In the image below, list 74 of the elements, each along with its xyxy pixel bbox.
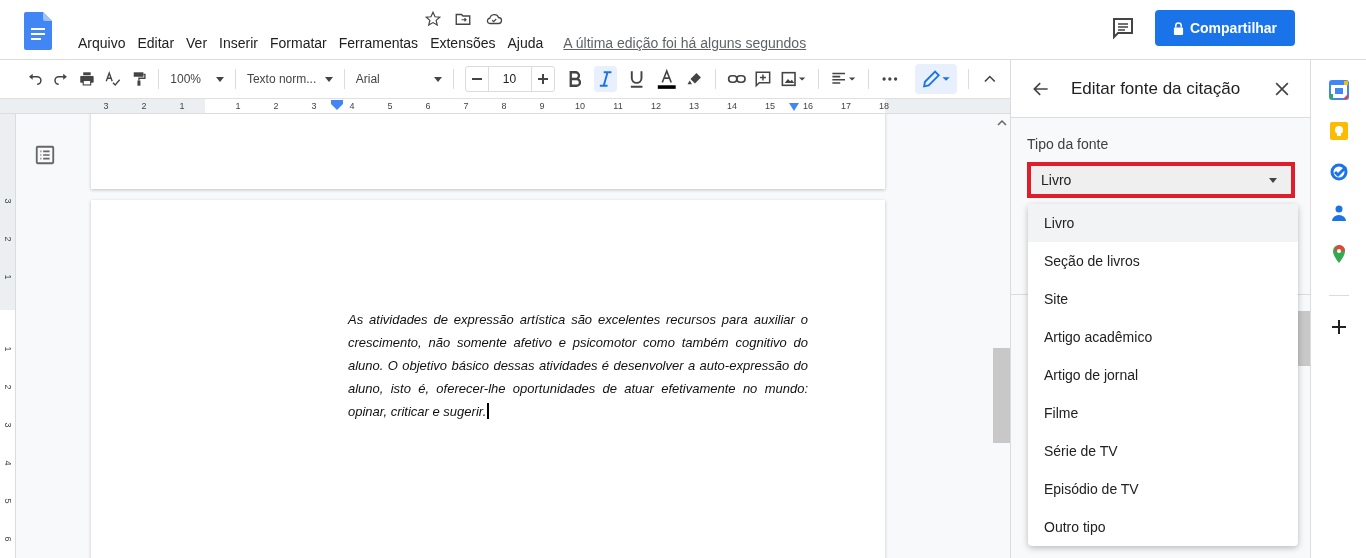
- italic-icon[interactable]: [593, 66, 618, 92]
- ruler-number: 2: [1, 383, 14, 392]
- ruler-number: 9: [538, 100, 546, 113]
- lock-icon: [1172, 21, 1184, 35]
- ruler-number: 3: [102, 100, 110, 113]
- last-edit-link[interactable]: A última edição foi há alguns segundos: [563, 35, 807, 51]
- comment-icon[interactable]: [1111, 16, 1135, 40]
- ruler-number: 8: [500, 100, 508, 113]
- scrollbar-thumb[interactable]: [993, 348, 1010, 443]
- ruler-number: 1: [1, 345, 14, 354]
- dropdown-option[interactable]: Artigo de jornal: [1028, 356, 1298, 394]
- menu-item[interactable]: Ver: [180, 35, 214, 51]
- ruler-number: 1: [178, 100, 186, 113]
- ruler-number: 5: [386, 100, 394, 113]
- ruler-number: 1: [1, 273, 14, 282]
- indent-marker-icon[interactable]: [331, 100, 343, 110]
- ruler-number: 11: [612, 100, 624, 113]
- menu-item[interactable]: Editar: [131, 35, 181, 51]
- print-icon[interactable]: [77, 69, 96, 89]
- dropdown-option[interactable]: Seção de livros: [1028, 242, 1298, 280]
- source-type-select[interactable]: Livro: [1027, 162, 1295, 198]
- dropdown-option[interactable]: Artigo acadêmico: [1028, 318, 1298, 356]
- ruler-number: 17: [840, 100, 852, 113]
- document-paragraph[interactable]: As atividades de expressão artística são excelentes recursos para auxiliar o crescimento, não somente afetivo e psicomotor como também cognitivo do aluno. O objetivo básico dessas atividades é desenvolver a auto-expressão do aluno, isto é, oferecer-lhe oportunidades de atuar efetivamente no mundo: opinar, criticar e sugerir.: [348, 308, 808, 423]
- zoom-dropdown[interactable]: 100%: [170, 72, 225, 86]
- ruler-number: 1: [234, 100, 242, 113]
- style-dropdown[interactable]: Texto norm...: [246, 72, 333, 86]
- calendar-icon[interactable]: [1328, 80, 1349, 100]
- editing-mode-button[interactable]: [915, 64, 958, 94]
- document-outline-icon[interactable]: [34, 144, 56, 166]
- ruler-number: 3: [310, 100, 318, 113]
- tasks-check-icon[interactable]: [1328, 162, 1349, 182]
- menu-item[interactable]: Extensões: [424, 35, 502, 51]
- font-dropdown[interactable]: Arial: [355, 72, 442, 86]
- panel-title: Editar fonte da citação: [1071, 78, 1242, 99]
- dropdown-option[interactable]: Site: [1028, 280, 1298, 318]
- ruler-number: 4: [1, 459, 14, 468]
- ruler-number: 4: [348, 100, 356, 113]
- ruler-number: 15: [764, 100, 776, 113]
- dropdown-option[interactable]: Livro: [1028, 204, 1298, 242]
- ruler-number: 3: [1, 197, 14, 206]
- ruler-number: 14: [726, 100, 738, 113]
- right-indent-marker-icon[interactable]: [789, 103, 799, 111]
- docs-logo-icon[interactable]: [24, 12, 52, 50]
- star-icon[interactable]: [424, 10, 442, 28]
- ruler-number: 6: [424, 100, 432, 113]
- scroll-up-icon[interactable]: [996, 118, 1007, 126]
- ruler-number: 18: [878, 100, 890, 113]
- dropdown-option[interactable]: Série de TV: [1028, 432, 1298, 470]
- menu-item[interactable]: Ajuda: [501, 35, 550, 51]
- dropdown-option[interactable]: Outro tipo: [1028, 508, 1298, 546]
- ruler-number: 6: [1, 535, 14, 544]
- ruler-number: 7: [462, 100, 470, 113]
- dropdown-option[interactable]: Filme: [1028, 394, 1298, 432]
- menu-item[interactable]: Inserir: [213, 35, 264, 51]
- field-label: Tipo da fonte: [1027, 136, 1109, 152]
- menu-item[interactable]: Formatar: [263, 35, 333, 51]
- menu-item[interactable]: Ferramentas: [332, 35, 425, 51]
- menu-item[interactable]: Arquivo: [72, 35, 132, 51]
- scrollbar-thumb[interactable]: [1298, 311, 1311, 366]
- spellcheck-icon[interactable]: [103, 69, 122, 89]
- ruler-number: 2: [140, 100, 148, 113]
- ruler-number: 2: [1, 235, 14, 244]
- ruler-number: 13: [688, 100, 700, 113]
- text-color-icon[interactable]: [656, 67, 678, 91]
- ruler-number: 5: [1, 497, 14, 506]
- dropdown-option[interactable]: Episódio de TV: [1028, 470, 1298, 508]
- ruler-number: 3: [1, 421, 14, 430]
- ruler-number: 16: [802, 100, 814, 113]
- add-comment-icon[interactable]: [754, 69, 773, 89]
- ruler-number: 10: [574, 100, 586, 113]
- ruler-number: 2: [272, 100, 280, 113]
- share-button[interactable]: Compartilhar: [1155, 10, 1295, 46]
- ruler-number: 12: [650, 100, 662, 113]
